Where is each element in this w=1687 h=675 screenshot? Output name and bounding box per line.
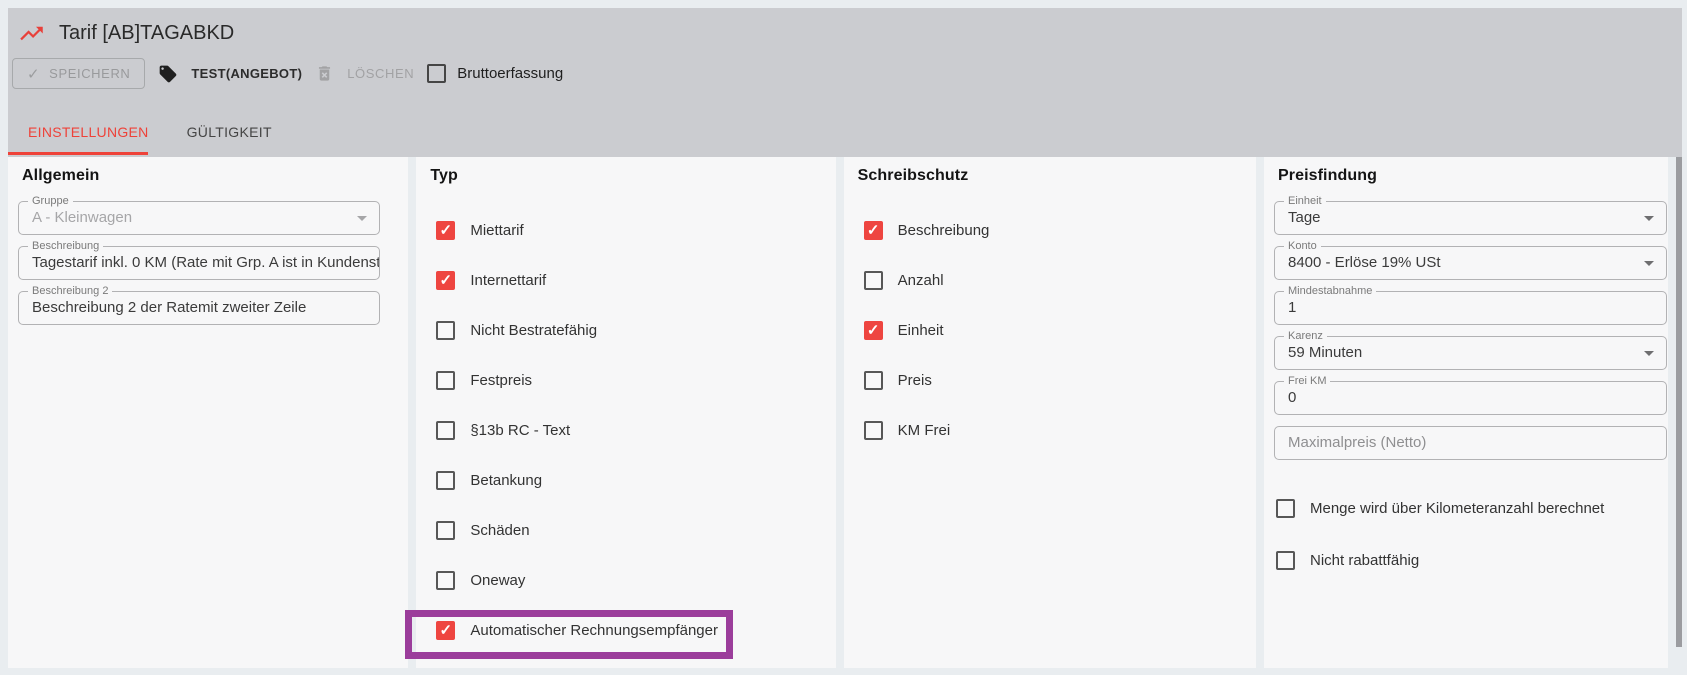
tab-bar: EINSTELLUNGEN GÜLTIGKEIT (28, 124, 272, 140)
bruttoerfassung-label: Bruttoerfassung (457, 65, 563, 82)
checkbox[interactable] (436, 371, 455, 390)
tag-icon (158, 64, 178, 84)
beschreibung-2-input[interactable]: Beschreibung 2 Beschreibung 2 der Ratemi… (18, 291, 380, 325)
checkbox-row-anzahl[interactable]: Anzahl (852, 255, 1248, 305)
checkbox-row-beschreibung[interactable]: Beschreibung (852, 205, 1248, 255)
checkbox[interactable] (864, 321, 883, 340)
checkmark-icon: ✓ (27, 65, 40, 83)
einheit-select[interactable]: Einheit Tage (1274, 201, 1667, 235)
checkbox[interactable] (864, 271, 883, 290)
checkbox-row-schaeden[interactable]: Schäden (424, 505, 827, 555)
checkbox[interactable] (1276, 499, 1295, 518)
gruppe-select[interactable]: Gruppe A - Kleinwagen (18, 201, 380, 235)
checkbox-row-automatischer-rechnungsempfaenger[interactable]: Automatischer Rechnungsempfänger (424, 605, 827, 655)
tab-einstellungen[interactable]: EINSTELLUNGEN (28, 124, 149, 140)
checkbox-row-miettarif[interactable]: Miettarif (424, 205, 827, 255)
checkbox[interactable] (436, 471, 455, 490)
checkbox-row-preis[interactable]: Preis (852, 355, 1248, 405)
checkbox[interactable] (864, 371, 883, 390)
konto-select[interactable]: Konto 8400 - Erlöse 19% USt (1274, 246, 1667, 280)
checkbox-row-einheit[interactable]: Einheit (852, 305, 1248, 355)
chevron-down-icon (1644, 261, 1654, 266)
checkbox-row-nicht-rabattfaehig[interactable]: Nicht rabattfähig (1272, 534, 1660, 586)
checkbox[interactable] (436, 271, 455, 290)
section-preisfindung: Preisfindung Einheit Tage Konto 8400 - E… (1264, 157, 1668, 668)
karenz-select[interactable]: Karenz 59 Minuten (1274, 336, 1667, 370)
checkbox-row-oneway[interactable]: Oneway (424, 555, 827, 605)
checkbox[interactable] (436, 621, 455, 640)
checkbox[interactable] (864, 221, 883, 240)
checkbox[interactable] (436, 321, 455, 340)
toolbar: ✓ SPEICHERN TEST(ANGEBOT) LÖSCHEN Brutto… (12, 58, 563, 89)
section-allgemein: Allgemein Gruppe A - Kleinwagen Beschrei… (8, 157, 408, 668)
save-button[interactable]: ✓ SPEICHERN (12, 58, 145, 89)
checkbox-row-menge-kilometeranzahl[interactable]: Menge wird über Kilometeranzahl berechne… (1272, 482, 1660, 534)
section-title: Schreibschutz (858, 167, 1248, 185)
chevron-down-icon (1644, 351, 1654, 356)
save-button-label: SPEICHERN (49, 66, 130, 81)
checkbox-row-13b-rc-text[interactable]: §13b RC - Text (424, 405, 827, 455)
mindestabnahme-input[interactable]: Mindestabnahme 1 (1274, 291, 1667, 325)
maximalpreis-input[interactable]: Maximalpreis (Netto) (1274, 426, 1667, 460)
checkbox[interactable] (436, 571, 455, 590)
vertical-scrollbar[interactable] (1676, 157, 1682, 668)
active-tab-indicator (8, 152, 148, 155)
checkbox[interactable] (436, 521, 455, 540)
checkbox-row-km-frei[interactable]: KM Frei (852, 405, 1248, 455)
title-row: Tarif [AB]TAGABKD (18, 20, 234, 47)
trash-icon[interactable] (315, 64, 334, 83)
trending-up-icon (18, 20, 45, 47)
checkbox[interactable] (864, 421, 883, 440)
frei-km-input[interactable]: Frei KM 0 (1274, 381, 1667, 415)
beschreibung-input[interactable]: Beschreibung Tagestarif inkl. 0 KM (Rate… (18, 246, 380, 280)
page-title: Tarif [AB]TAGABKD (59, 22, 234, 45)
section-title: Preisfindung (1278, 167, 1660, 185)
checkbox[interactable] (1276, 551, 1295, 570)
checkbox-row-festpreis[interactable]: Festpreis (424, 355, 827, 405)
checkbox-row-nicht-bestratefaehig[interactable]: Nicht Bestratefähig (424, 305, 827, 355)
section-typ: Typ Miettarif Internettarif Nicht Bestra… (416, 157, 835, 668)
tag-label: TEST(ANGEBOT) (191, 66, 302, 81)
checkbox-row-internettarif[interactable]: Internettarif (424, 255, 827, 305)
checkbox[interactable] (436, 421, 455, 440)
bruttoerfassung-checkbox[interactable] (427, 64, 446, 83)
checkbox[interactable] (436, 221, 455, 240)
checkbox-row-betankung[interactable]: Betankung (424, 455, 827, 505)
header: Tarif [AB]TAGABKD ✓ SPEICHERN TEST(ANGEB… (8, 8, 1682, 157)
delete-button[interactable]: LÖSCHEN (347, 66, 414, 81)
chevron-down-icon (1644, 216, 1654, 221)
section-title: Typ (430, 167, 827, 185)
scrollbar-thumb[interactable] (1676, 157, 1682, 647)
section-title: Allgemein (22, 167, 400, 185)
tab-gueltigkeit[interactable]: GÜLTIGKEIT (187, 124, 272, 140)
main-content: Allgemein Gruppe A - Kleinwagen Beschrei… (8, 157, 1682, 668)
chevron-down-icon (357, 216, 367, 221)
section-schreibschutz: Schreibschutz Beschreibung Anzahl Einhei… (844, 157, 1256, 668)
